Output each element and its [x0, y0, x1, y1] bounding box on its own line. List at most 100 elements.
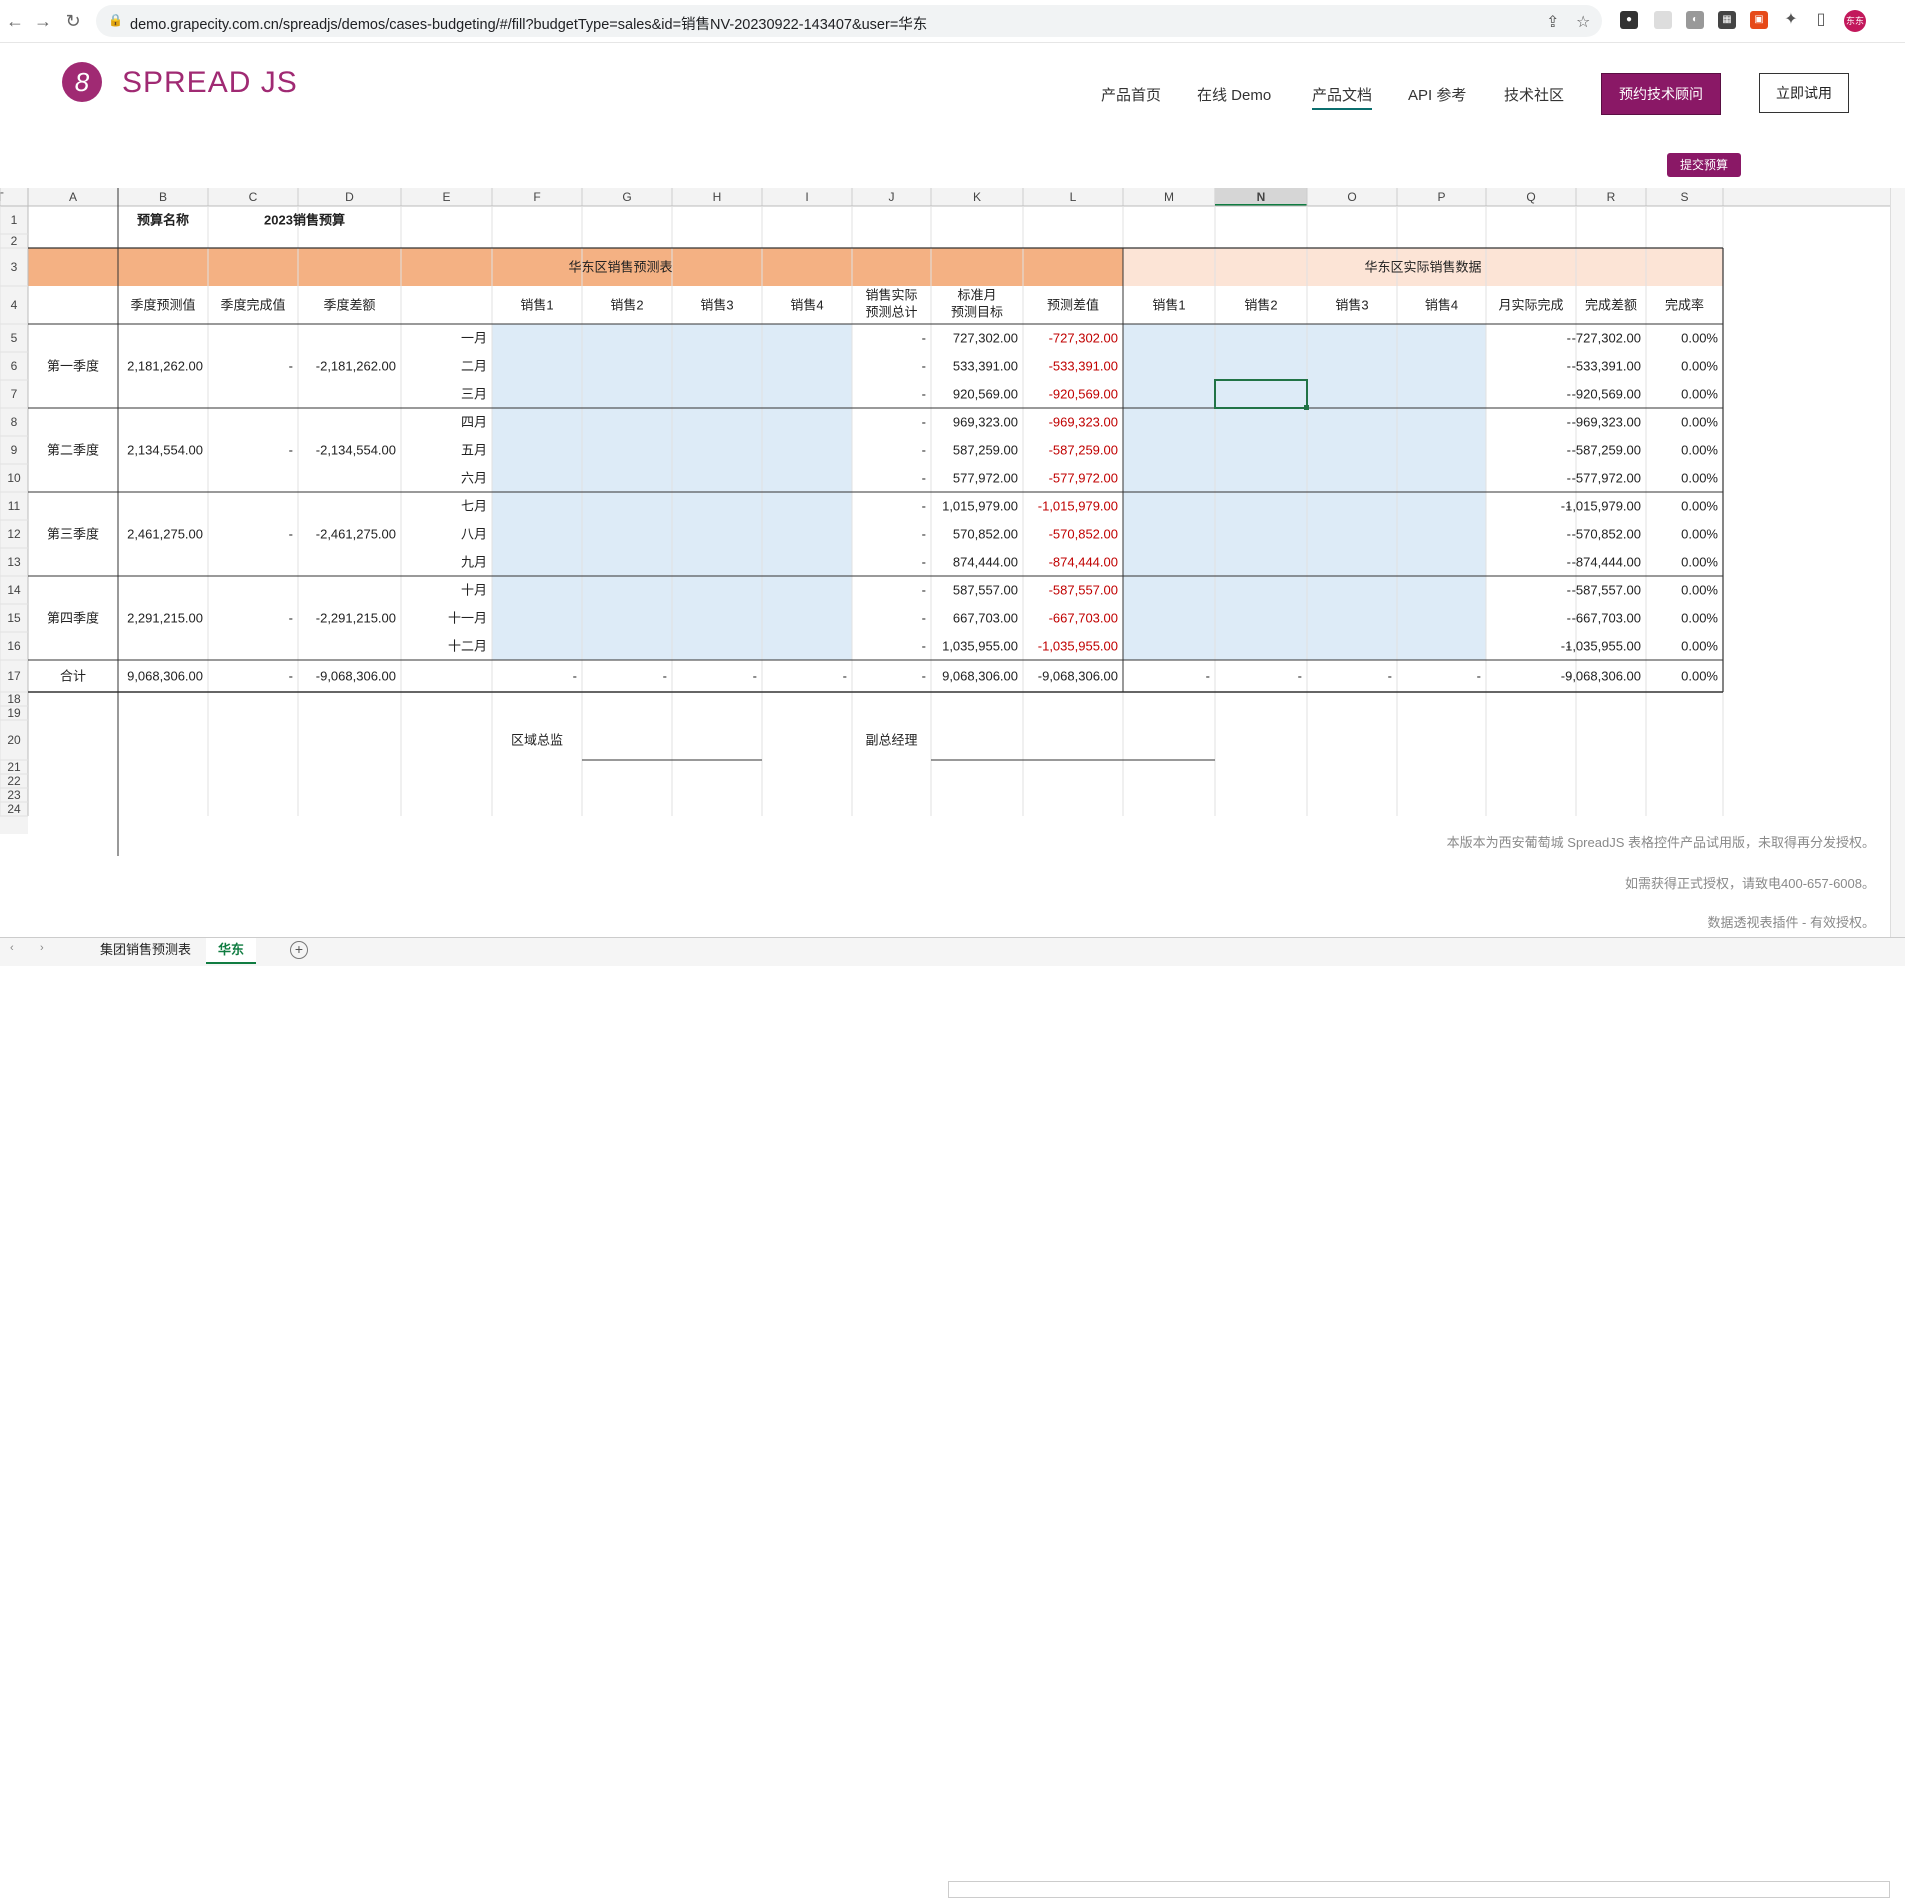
extension-icon-4[interactable]: ▦	[1718, 11, 1736, 29]
month-done-diff: -587,557.00	[1572, 582, 1641, 597]
total-j: -	[922, 668, 926, 683]
extension-icon-1[interactable]: ●	[1620, 11, 1638, 29]
total-n: -	[1298, 668, 1302, 683]
browser-toolbar: ← → ↻ 🔒 demo.grapecity.com.cn/spreadjs/d…	[0, 0, 1905, 43]
row-header-15: 15	[7, 611, 21, 625]
row-header-5: 5	[11, 331, 18, 345]
vertical-scrollbar[interactable]	[1890, 188, 1905, 945]
month-actual-done: -	[1567, 386, 1571, 401]
column-header-s: S	[1680, 190, 1688, 204]
row-header-10: 10	[7, 471, 21, 485]
nav-item-docs[interactable]: 产品文档	[1312, 84, 1373, 110]
share-icon[interactable]: ⇪	[1546, 12, 1559, 32]
month-target: 587,557.00	[953, 582, 1018, 597]
total-o: -	[1388, 668, 1392, 683]
month-forecast-diff: -727,302.00	[1049, 330, 1118, 345]
quarter-done: -	[289, 526, 293, 541]
month-label: 一月	[461, 330, 487, 345]
logo-text[interactable]: SPREAD JS	[122, 66, 298, 100]
col-header-n: 销售2	[1244, 297, 1277, 312]
month-forecast-diff: -667,703.00	[1049, 610, 1118, 625]
sidebar-panel-icon[interactable]: ▯	[1812, 11, 1830, 29]
total-b: 9,068,306.00	[127, 668, 203, 683]
month-label: 十月	[461, 582, 487, 597]
col-header-k-line1: 预测目标	[951, 304, 1003, 319]
month-label: 十一月	[448, 610, 487, 625]
row-header-17: 17	[7, 669, 21, 683]
tab-nav-next-icon[interactable]: ›	[40, 942, 44, 954]
total-m: -	[1206, 668, 1210, 683]
month-actual-done: -	[1567, 610, 1571, 625]
nav-item-community[interactable]: 技术社区	[1504, 84, 1564, 105]
column-header-f: F	[533, 190, 540, 204]
row-header-3: 3	[11, 260, 18, 274]
quarter-forecast: 2,291,215.00	[127, 610, 203, 625]
nav-item-api[interactable]: API 参考	[1408, 84, 1466, 105]
reload-icon[interactable]: ↻	[62, 10, 84, 32]
month-forecast-diff: -1,035,955.00	[1038, 638, 1118, 653]
month-forecast-diff: -587,557.00	[1049, 582, 1118, 597]
month-done-diff: -920,569.00	[1572, 386, 1641, 401]
quarter-forecast: 2,134,554.00	[127, 442, 203, 457]
add-sheet-icon[interactable]: +	[290, 941, 308, 959]
try-now-button[interactable]: 立即试用	[1759, 73, 1849, 113]
month-actual-total: -	[922, 526, 926, 541]
spreadjs-logo-icon[interactable]: 8	[62, 62, 102, 102]
puzzle-extensions-icon[interactable]: ✦	[1782, 11, 1800, 29]
month-done-rate: 0.00%	[1681, 610, 1718, 625]
month-done-diff: -727,302.00	[1572, 330, 1641, 345]
month-target: 1,015,979.00	[942, 498, 1018, 513]
tab-group-forecast[interactable]: 集团销售预测表	[88, 938, 203, 962]
back-arrow-icon[interactable]: ←	[4, 10, 26, 32]
month-actual-total: -	[922, 582, 926, 597]
month-done-rate: 0.00%	[1681, 330, 1718, 345]
month-actual-total: -	[922, 470, 926, 485]
column-header-a: A	[69, 190, 77, 204]
month-forecast-diff: -920,569.00	[1049, 386, 1118, 401]
month-actual-total: -	[922, 554, 926, 569]
budget-name-label: 预算名称	[137, 212, 189, 227]
horizontal-scrollbar[interactable]	[948, 1881, 1890, 1898]
nav-item-home[interactable]: 产品首页	[1101, 84, 1161, 105]
forward-arrow-icon[interactable]: →	[32, 10, 54, 32]
month-actual-total: -	[922, 386, 926, 401]
row-header-11: 11	[8, 499, 21, 513]
extension-icon-3[interactable]: ◐	[1686, 11, 1704, 29]
tab-east[interactable]: 华东	[206, 938, 257, 964]
total-k: 9,068,306.00	[942, 668, 1018, 683]
bookmark-star-icon[interactable]: ☆	[1576, 12, 1590, 32]
row-header-14: 14	[7, 583, 21, 597]
quarter-name: 第四季度	[47, 610, 99, 625]
col-header-i: 销售4	[790, 297, 823, 312]
extension-icon-5[interactable]: ▣	[1750, 11, 1768, 29]
column-header-m: M	[1164, 190, 1174, 204]
trial-watermark-2: 如需获得正式授权，请致电400-657-6008。	[1625, 876, 1875, 891]
submit-budget-button[interactable]: 提交预算	[1667, 153, 1741, 177]
consult-button[interactable]: 预约技术顾问	[1601, 73, 1721, 115]
col-header-m: 销售1	[1152, 297, 1185, 312]
extension-icon-2[interactable]	[1654, 11, 1672, 29]
row-header-8: 8	[11, 415, 18, 429]
quarter-forecast: 2,461,275.00	[127, 526, 203, 541]
quarter-diff: -2,291,215.00	[316, 610, 396, 625]
month-done-rate: 0.00%	[1681, 554, 1718, 569]
quarter-forecast: 2,181,262.00	[127, 358, 203, 373]
month-label: 八月	[461, 526, 487, 541]
col-header-o: 销售3	[1335, 297, 1368, 312]
row-header-19: 19	[7, 706, 21, 720]
month-actual-done: -	[1567, 554, 1571, 569]
col-header-k-line0: 标准月	[957, 287, 996, 302]
col-header-c: 季度完成值	[220, 297, 285, 312]
month-done-rate: 0.00%	[1681, 638, 1718, 653]
nav-item-demo[interactable]: 在线 Demo	[1197, 84, 1271, 105]
total-label: 合计	[60, 668, 86, 683]
column-header-r: R	[1607, 190, 1616, 204]
fill-handle[interactable]	[1304, 405, 1309, 410]
quarter-diff: -2,134,554.00	[316, 442, 396, 457]
month-target: 570,852.00	[953, 526, 1018, 541]
row-header-2: 2	[11, 234, 18, 248]
address-bar[interactable]: 🔒 demo.grapecity.com.cn/spreadjs/demos/c…	[96, 5, 1602, 37]
tab-nav-prev-icon[interactable]: ‹	[10, 942, 14, 954]
profile-avatar[interactable]: 东东	[1844, 10, 1866, 32]
column-header-l: L	[1070, 190, 1077, 204]
